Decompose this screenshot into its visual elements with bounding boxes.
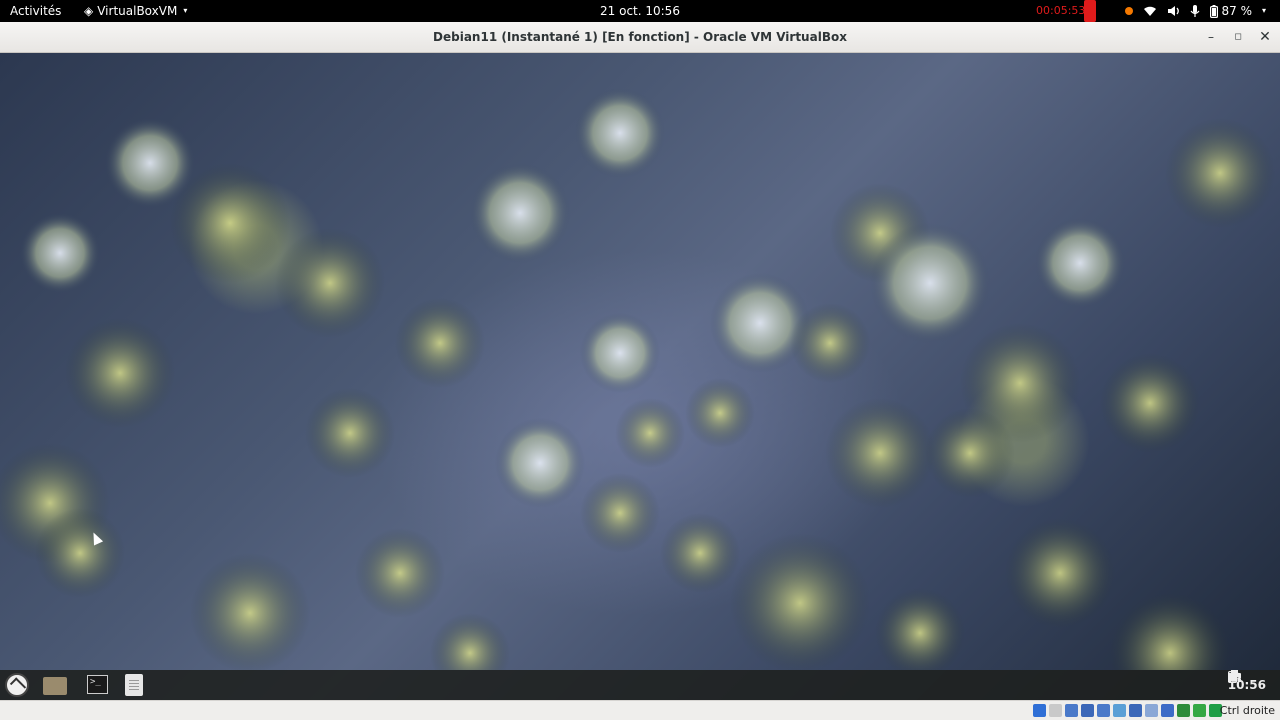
file-manager-icon[interactable] xyxy=(43,677,67,695)
record-icon[interactable] xyxy=(1084,0,1096,22)
guest-display[interactable]: >_ 10:56 xyxy=(0,53,1280,700)
screen: Activités ◈ VirtualBoxVM ▾ 21 oct. 10:56… xyxy=(0,0,1280,720)
optical-drive-icon[interactable] xyxy=(1049,704,1062,717)
guest-system-tray: 10:56 xyxy=(1227,670,1266,700)
cpu-icon[interactable] xyxy=(1193,704,1206,717)
app-menu[interactable]: ◈ VirtualBoxVM ▾ xyxy=(84,0,187,22)
clock[interactable]: 21 oct. 10:56 xyxy=(600,4,680,18)
virtualbox-app-icon: ◈ xyxy=(84,4,94,18)
display-icon[interactable] xyxy=(1129,704,1142,717)
minimize-button[interactable]: – xyxy=(1201,27,1221,47)
window-title: Debian11 (Instantané 1) [En fonction] - … xyxy=(433,30,847,44)
gnome-top-bar: Activités ◈ VirtualBoxVM ▾ 21 oct. 10:56… xyxy=(0,0,1280,22)
text-editor-icon[interactable] xyxy=(125,674,143,696)
battery-icon xyxy=(1210,4,1219,18)
microphone-icon xyxy=(1191,4,1200,17)
usb-icon[interactable] xyxy=(1097,704,1110,717)
app-menu-label: VirtualBoxVM xyxy=(97,4,178,18)
system-tray[interactable]: 87 % ▾ xyxy=(1125,0,1266,22)
battery-icon[interactable] xyxy=(1227,670,1237,683)
device-indicators xyxy=(1033,704,1222,717)
recording-timer: 00:05:53 xyxy=(1036,4,1086,17)
video-capture-icon[interactable] xyxy=(1145,704,1158,717)
battery-level: 87 % xyxy=(1221,4,1252,18)
shared-folders-icon[interactable] xyxy=(1113,704,1126,717)
window-titlebar[interactable]: Debian11 (Instantané 1) [En fonction] - … xyxy=(0,22,1280,53)
start-menu-icon[interactable] xyxy=(5,673,29,697)
host-key-indicator[interactable]: Ctrl droite xyxy=(1220,701,1275,720)
desktop-wallpaper xyxy=(0,88,1275,670)
activities-button[interactable]: Activités xyxy=(10,0,61,22)
chevron-down-icon: ▾ xyxy=(183,6,188,15)
terminal-icon[interactable]: >_ xyxy=(87,675,108,694)
virtualbox-statusbar: Ctrl droite xyxy=(0,700,1280,720)
clipboard-icon[interactable] xyxy=(1161,704,1174,717)
hard-disk-icon[interactable] xyxy=(1033,704,1046,717)
volume-icon xyxy=(1168,6,1180,16)
tree-pattern xyxy=(0,88,1275,670)
notification-dot-icon xyxy=(1125,7,1134,15)
recording-icon[interactable] xyxy=(1177,704,1190,717)
wifi-icon xyxy=(1144,6,1157,16)
virtualbox-window: Debian11 (Instantané 1) [En fonction] - … xyxy=(0,22,1280,720)
network-icon[interactable] xyxy=(1081,704,1094,717)
close-button[interactable]: ✕ xyxy=(1255,27,1275,47)
power-menu-icon: ▾ xyxy=(1261,6,1266,15)
maximize-button[interactable]: ◻ xyxy=(1228,27,1248,47)
audio-icon[interactable] xyxy=(1065,704,1078,717)
guest-taskbar: >_ 10:56 xyxy=(0,670,1280,700)
